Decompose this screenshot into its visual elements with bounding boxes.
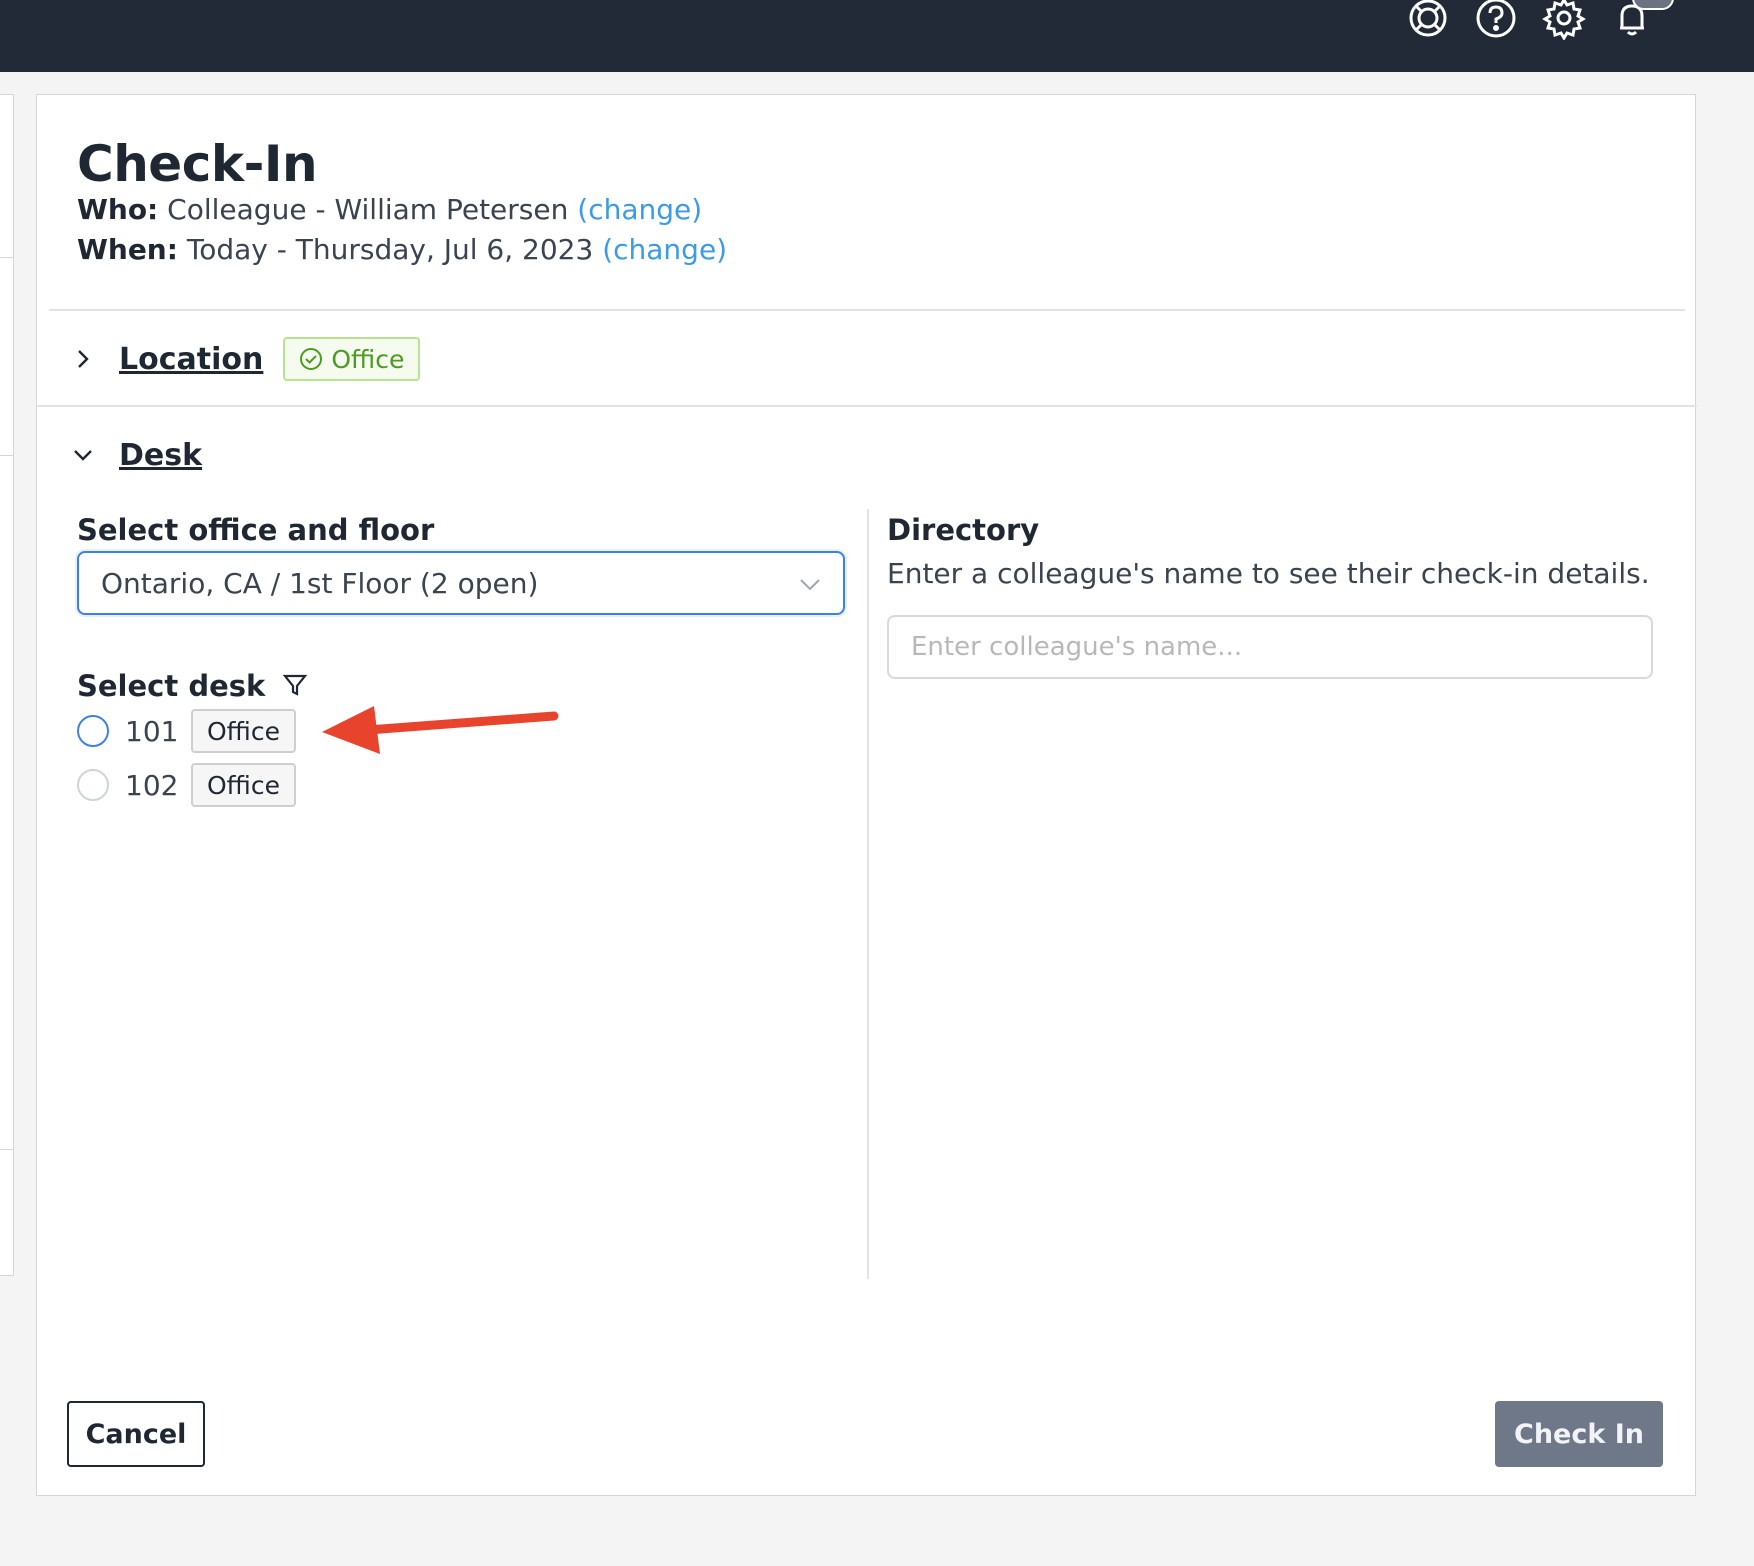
location-accordion-header[interactable]: Location Office <box>69 337 421 381</box>
location-status-badge: Office <box>283 337 421 381</box>
select-desk-label: Select desk <box>77 669 266 703</box>
filter-icon[interactable] <box>281 671 309 699</box>
office-floor-label: Select office and floor <box>77 513 435 547</box>
location-badge-label: Office <box>331 344 405 374</box>
checkin-dialog: Check-In Who: Colleague - William Peters… <box>36 94 1697 1496</box>
desk-radio[interactable] <box>77 769 109 801</box>
help-icon[interactable] <box>1474 0 1518 40</box>
desk-number: 102 <box>125 768 179 802</box>
lifebuoy-icon[interactable] <box>1406 0 1450 40</box>
location-title[interactable]: Location <box>119 342 263 377</box>
who-line: Who: Colleague - William Petersen (chang… <box>77 193 702 226</box>
when-line: When: Today - Thursday, Jul 6, 2023 (cha… <box>77 233 727 266</box>
desk-type-tag: Office <box>191 763 296 807</box>
check-in-button[interactable]: Check In <box>1495 1401 1663 1467</box>
check-circle-icon <box>300 348 323 370</box>
when-value: Today - Thursday, Jul 6, 2023 <box>186 233 594 266</box>
who-label: Who: <box>77 193 159 226</box>
chevron-down-icon[interactable] <box>69 441 97 469</box>
desk-type-tag: Office <box>191 709 296 753</box>
desk-option[interactable]: 102 Office <box>77 763 296 807</box>
desk-accordion-header[interactable]: Desk <box>69 433 222 477</box>
annotation-arrow-icon <box>322 706 559 754</box>
divider <box>49 309 1685 311</box>
gear-icon[interactable] <box>1542 0 1586 41</box>
page-title: Check-In <box>77 135 318 193</box>
office-floor-select[interactable]: Ontario, CA / 1st Floor (2 open) <box>77 551 845 615</box>
select-desk-label-row: Select desk <box>77 669 309 703</box>
desk-option[interactable]: 101 Office <box>77 709 296 753</box>
top-navigation-bar <box>0 0 1754 72</box>
column-divider <box>867 509 869 1279</box>
change-when-link[interactable]: (change) <box>602 233 727 266</box>
directory-description: Enter a colleague's name to see their ch… <box>887 557 1650 590</box>
colleague-search-input[interactable] <box>887 615 1653 679</box>
directory-title: Directory <box>887 513 1040 547</box>
office-floor-value: Ontario, CA / 1st Floor (2 open) <box>101 567 539 600</box>
desk-number: 101 <box>125 714 179 748</box>
notification-count-badge <box>1632 0 1674 10</box>
change-who-link[interactable]: (change) <box>577 193 702 226</box>
when-label: When: <box>77 233 178 266</box>
background-panel-edge <box>0 94 14 1276</box>
cancel-button[interactable]: Cancel <box>67 1401 205 1467</box>
desk-radio[interactable] <box>77 715 109 747</box>
who-value: Colleague - William Petersen <box>167 193 569 226</box>
chevron-right-icon[interactable] <box>69 345 97 373</box>
chevron-down-icon[interactable] <box>797 571 823 597</box>
desk-title[interactable]: Desk <box>119 438 202 473</box>
divider <box>37 405 1697 407</box>
